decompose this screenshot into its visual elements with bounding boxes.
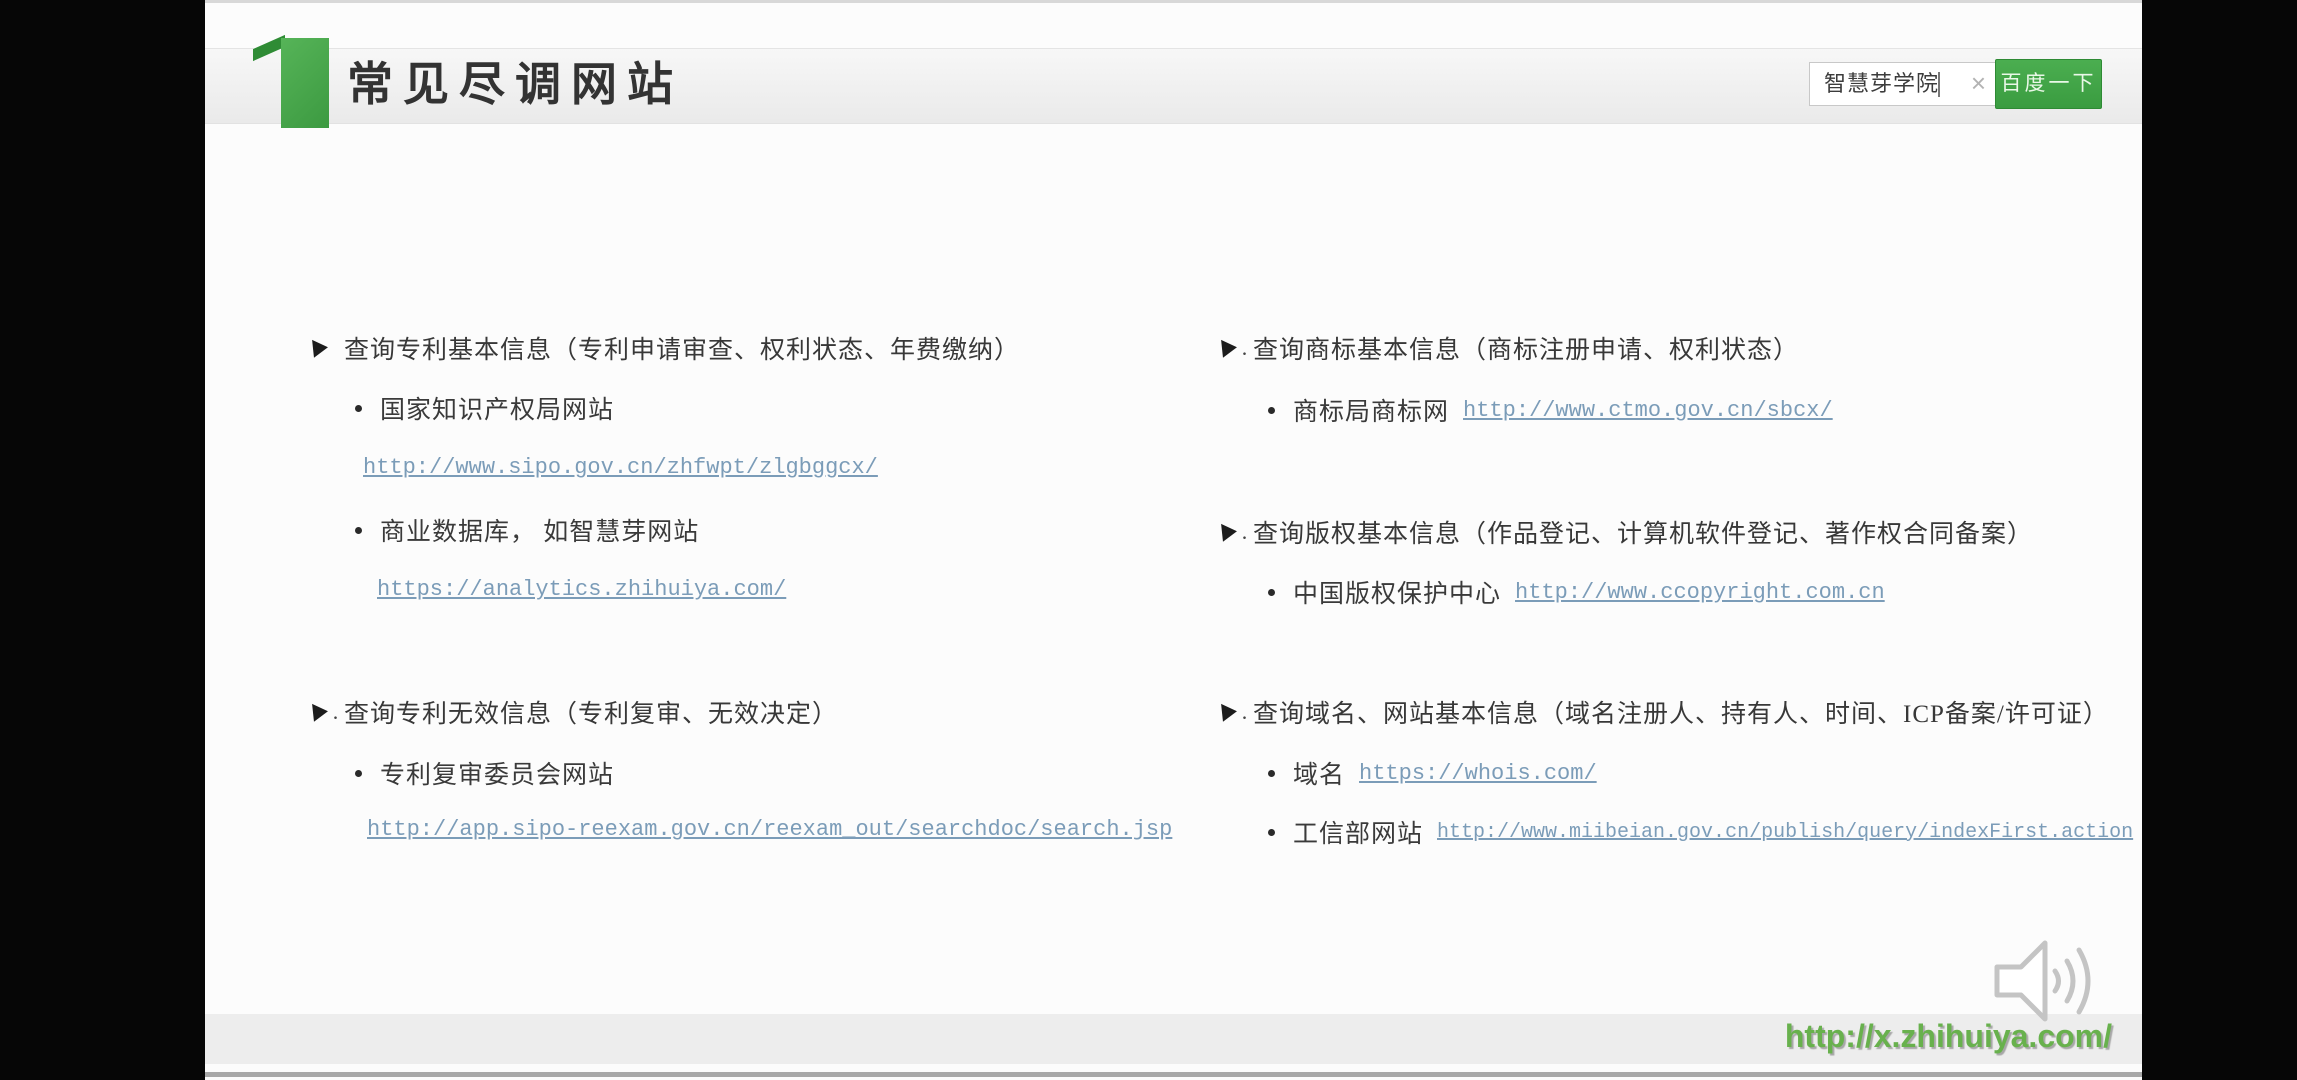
link-sipo[interactable]: http://www.sipo.gov.cn/zhfwpt/zlgbggcx/ xyxy=(363,455,878,480)
list-item-label: 域名 xyxy=(1293,755,1345,791)
video-frame: 常见尽调网站 智慧芽学院 × 百度一下 查询专利基本信息（专利申请审查、权利状态… xyxy=(0,0,2297,1080)
dot-bullet-icon xyxy=(1268,829,1275,836)
dot-bullet-icon xyxy=(1268,589,1275,596)
arrow-bullet-icon xyxy=(1221,338,1238,357)
section-header: . 查询专利无效信息（专利复审、无效决定） xyxy=(313,694,838,730)
link-line: https://analytics.zhihuiya.com/ xyxy=(377,574,786,606)
page-title: 常见尽调网站 xyxy=(347,54,683,116)
list-item: 中国版权保护中心 http://www.ccopyright.com.cn xyxy=(1268,574,1885,610)
list-item: 商标局商标网 http://www.ctmo.gov.cn/sbcx/ xyxy=(1268,392,1833,428)
link-line: http://www.sipo.gov.cn/zhfwpt/zlgbggcx/ xyxy=(363,452,878,484)
section-title: 查询商标基本信息（商标注册申请、权利状态） xyxy=(1253,330,1799,366)
arrow-bullet-icon xyxy=(1221,702,1238,721)
arrow-bullet-icon xyxy=(312,702,329,721)
link-line: http://app.sipo-reexam.gov.cn/reexam_out… xyxy=(367,814,1172,846)
section-title: 查询域名、网站基本信息（域名注册人、持有人、时间、ICP备案/许可证） xyxy=(1253,694,2109,730)
list-item-label: 工信部网站 xyxy=(1293,814,1423,850)
search-button[interactable]: 百度一下 xyxy=(1995,59,2102,109)
footer-url[interactable]: http://x.zhihuiya.com/ xyxy=(1785,1018,2112,1055)
list-item: 国家知识产权局网站 xyxy=(355,390,614,426)
marker-dot: . xyxy=(1237,519,1253,545)
dot-bullet-icon xyxy=(355,770,362,777)
list-item-label: 商标局商标网 xyxy=(1293,392,1449,428)
search-input-value: 智慧芽学院 xyxy=(1824,63,1939,105)
link-whois[interactable]: https://whois.com/ xyxy=(1359,761,1597,786)
list-item: 工信部网站 http://www.miibeian.gov.cn/publish… xyxy=(1268,814,2133,850)
list-item-label: 商业数据库， 如智慧芽网站 xyxy=(380,512,699,548)
link-zhihuiya-analytics[interactable]: https://analytics.zhihuiya.com/ xyxy=(377,577,786,602)
slide-bottom-edge xyxy=(205,1072,2142,1077)
marker-dot: . xyxy=(1237,699,1253,725)
section-number-badge xyxy=(281,38,329,128)
text-cursor xyxy=(1938,72,1940,97)
clear-icon[interactable]: × xyxy=(1971,63,1986,105)
link-ctmo[interactable]: http://www.ctmo.gov.cn/sbcx/ xyxy=(1463,398,1833,423)
section-title: 查询专利基本信息（专利申请审查、权利状态、年费缴纳） xyxy=(344,330,1020,366)
marker-dot: . xyxy=(1237,335,1253,361)
list-item-label: 国家知识产权局网站 xyxy=(380,390,614,426)
slide-top-edge xyxy=(205,0,2142,3)
speaker-icon[interactable] xyxy=(1985,933,2117,1029)
search-input[interactable]: 智慧芽学院 × xyxy=(1809,62,1995,106)
list-item-label: 专利复审委员会网站 xyxy=(380,755,614,791)
section-title: 查询专利无效信息（专利复审、无效决定） xyxy=(344,694,838,730)
section-header: . 查询商标基本信息（商标注册申请、权利状态） xyxy=(1222,330,1799,366)
slide: 常见尽调网站 智慧芽学院 × 百度一下 查询专利基本信息（专利申请审查、权利状态… xyxy=(205,0,2142,1080)
section-title: 查询版权基本信息（作品登记、计算机软件登记、著作权合同备案） xyxy=(1253,514,2033,550)
arrow-bullet-icon xyxy=(312,338,329,357)
dot-bullet-icon xyxy=(1268,407,1275,414)
dot-bullet-icon xyxy=(355,405,362,412)
section-header: . 查询域名、网站基本信息（域名注册人、持有人、时间、ICP备案/许可证） xyxy=(1222,694,2109,730)
link-miibeian[interactable]: http://www.miibeian.gov.cn/publish/query… xyxy=(1437,821,2133,844)
section-header: 查询专利基本信息（专利申请审查、权利状态、年费缴纳） xyxy=(313,330,1020,366)
list-item-label: 中国版权保护中心 xyxy=(1293,574,1501,610)
list-item: 域名 https://whois.com/ xyxy=(1268,755,1597,791)
list-item: 商业数据库， 如智慧芽网站 xyxy=(355,512,699,548)
link-ccopyright[interactable]: http://www.ccopyright.com.cn xyxy=(1515,580,1885,605)
arrow-bullet-icon xyxy=(1221,522,1238,541)
marker-dot: . xyxy=(328,699,344,725)
section-header: . 查询版权基本信息（作品登记、计算机软件登记、著作权合同备案） xyxy=(1222,514,2033,550)
link-sipo-reexam[interactable]: http://app.sipo-reexam.gov.cn/reexam_out… xyxy=(367,817,1172,842)
dot-bullet-icon xyxy=(355,527,362,534)
dot-bullet-icon xyxy=(1268,770,1275,777)
list-item: 专利复审委员会网站 xyxy=(355,755,614,791)
